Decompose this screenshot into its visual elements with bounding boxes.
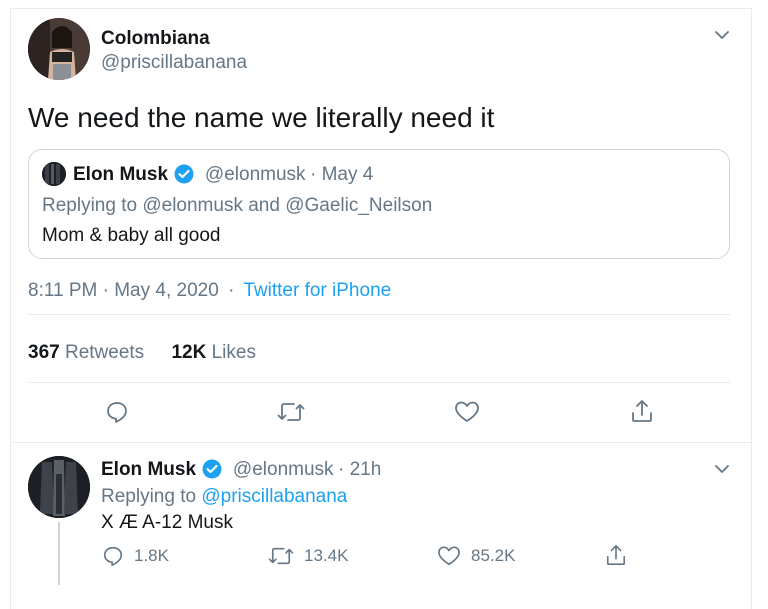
retweet-icon[interactable]: [277, 400, 305, 424]
verified-icon: [202, 459, 222, 479]
like-icon: [437, 545, 461, 567]
reply-icon[interactable]: [105, 400, 129, 424]
divider: [28, 382, 730, 383]
tweet-timestamp[interactable]: 8:11 PM · May 4, 2020: [28, 280, 219, 301]
quoted-replying: Replying to @elonmusk and @Gaelic_Neilso…: [42, 195, 432, 217]
tweet-author-handle[interactable]: @priscillabanana: [101, 52, 247, 74]
verified-icon: [174, 164, 194, 184]
tweet-text: We need the name we literally need it: [28, 102, 495, 133]
reply-action-like[interactable]: 85.2K: [437, 545, 515, 567]
retweet-count: 13.4K: [304, 546, 349, 565]
reply-avatar[interactable]: [28, 456, 90, 518]
likes-count: 12K: [171, 342, 207, 363]
share-icon[interactable]: [605, 543, 627, 567]
meta-separator: ·: [228, 280, 235, 301]
tweet-author-name[interactable]: Colombiana: [101, 28, 210, 50]
like-count: 85.2K: [471, 546, 516, 565]
quoted-replying-to: @elonmusk and @Gaelic_Neilson: [142, 195, 433, 216]
tweet-stats: 367 Retweets 12K Likes: [28, 342, 256, 364]
like-icon[interactable]: [454, 400, 480, 424]
chevron-down-icon[interactable]: [713, 460, 731, 478]
reply-action-retweet[interactable]: 13.4K: [268, 545, 348, 567]
divider: [28, 314, 730, 315]
tweet-meta: 8:11 PM · May 4, 2020 · Twitter for iPho…: [28, 280, 391, 302]
avatar-image: [28, 18, 90, 80]
quoted-avatar: [42, 162, 66, 186]
likes-label: Likes: [211, 342, 256, 363]
tweet-source[interactable]: Twitter for iPhone: [243, 280, 391, 301]
quoted-header: Elon Musk @elonmusk · May 4: [73, 164, 373, 186]
reply-thread-line: [58, 522, 60, 585]
reply-replying-prefix: Replying to: [101, 486, 202, 507]
share-icon[interactable]: [630, 398, 654, 424]
quoted-text: Mom & baby all good: [42, 225, 221, 246]
reply-icon: [102, 545, 124, 567]
retweet-icon: [268, 545, 294, 567]
likes-stat[interactable]: 12K Likes: [171, 342, 256, 363]
reply-count: 1.8K: [134, 546, 169, 565]
reply-replying-to[interactable]: @priscillabanana: [201, 486, 347, 507]
reply-time[interactable]: · 21h: [338, 459, 381, 480]
reply-text: X Æ A-12 Musk: [101, 512, 233, 533]
retweets-count: 367: [28, 342, 60, 363]
reply-header: Elon Musk @elonmusk · 21h: [101, 459, 381, 481]
divider: [10, 442, 751, 443]
reply-action-reply[interactable]: 1.8K: [102, 545, 169, 567]
retweets-label: Retweets: [64, 342, 145, 363]
avatar[interactable]: [28, 18, 90, 80]
chevron-down-icon[interactable]: [713, 26, 731, 44]
retweets-stat[interactable]: 367 Retweets: [28, 342, 144, 363]
reply-avatar-image: [28, 456, 90, 518]
quoted-replying-prefix: Replying to: [42, 195, 143, 216]
quoted-author-handle: @elonmusk: [204, 164, 306, 185]
reply-author-handle[interactable]: @elonmusk: [233, 459, 334, 480]
reply-author-name[interactable]: Elon Musk: [101, 459, 196, 480]
reply-replying: Replying to @priscillabanana: [101, 486, 347, 508]
quoted-date: · May 4: [309, 164, 374, 185]
quoted-author-name: Elon Musk: [73, 164, 169, 185]
